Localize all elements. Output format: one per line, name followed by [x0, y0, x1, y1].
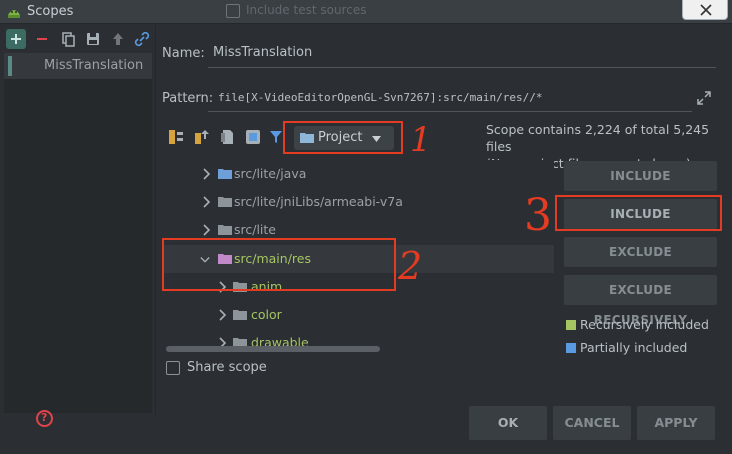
include-button[interactable]: INCLUDE: [564, 161, 717, 191]
show-modules-button[interactable]: [243, 127, 263, 147]
annotation-box-3: [555, 195, 722, 231]
link-button[interactable]: [132, 29, 152, 49]
tree-node[interactable]: src/lite/java: [164, 160, 554, 188]
close-icon: [700, 4, 712, 16]
link-icon: [134, 31, 150, 47]
tree-node[interactable]: color: [164, 301, 554, 329]
file-icon: [221, 130, 233, 144]
partially-included-swatch: [566, 343, 576, 353]
tree-node-label: src/lite: [234, 222, 276, 237]
tree-node-label: src/lite/jniLibs/armeabi-v7a: [234, 194, 403, 209]
pattern-value: file[X-VideoEditorOpenGL-Svn7267]:src/ma…: [218, 91, 543, 104]
exclude-recursively-button[interactable]: EXCLUDE RECURSIVELY: [564, 275, 717, 327]
add-icon: [11, 34, 21, 44]
move-up-icon: [113, 33, 123, 45]
exclude-button[interactable]: EXCLUDE: [564, 237, 717, 267]
chevron-right-icon: [203, 224, 211, 236]
annotation-mark-3: 3: [524, 190, 552, 241]
flatten-packages-button[interactable]: [166, 127, 186, 147]
add-scope-button[interactable]: [6, 29, 26, 49]
name-value: MissTranslation: [213, 45, 313, 60]
folder-icon: [218, 197, 232, 207]
background-checkbox: [226, 4, 240, 18]
scopes-toolbar: [0, 25, 156, 53]
scopes-panel: MissTranslation: [0, 25, 156, 415]
show-files-button[interactable]: [218, 127, 238, 147]
title-bar: Scopes Include test sources: [0, 0, 732, 24]
copy-icon: [62, 32, 75, 47]
annotation-box-2: [162, 238, 396, 291]
module-icon: [246, 130, 260, 144]
android-studio-icon: [8, 10, 20, 18]
annotation-mark-1: 1: [410, 120, 432, 160]
scope-list: MissTranslation: [4, 53, 152, 413]
tree-node-label: color: [251, 307, 282, 322]
scope-info-line1: Scope contains 2,224 of total 5,245 file…: [486, 122, 710, 154]
share-scope-label: Share scope: [187, 360, 267, 375]
apply-button[interactable]: APPLY: [637, 406, 715, 440]
remove-icon: [37, 38, 47, 40]
help-button[interactable]: ?: [36, 410, 53, 427]
window-title: Scopes: [27, 4, 74, 19]
scope-item-label: MissTranslation: [44, 58, 144, 73]
save-scope-button[interactable]: [83, 29, 103, 49]
pattern-field[interactable]: file[X-VideoEditorOpenGL-Svn7267]:src/ma…: [208, 86, 692, 112]
horizontal-scrollbar[interactable]: [166, 346, 380, 352]
legend-recursively-included: Recursively included: [580, 317, 709, 332]
move-up-button[interactable]: [108, 29, 128, 49]
folder-icon: [218, 225, 232, 235]
background-window-text: Include test sources: [246, 3, 367, 17]
share-scope-checkbox[interactable]: [166, 361, 180, 375]
scope-item[interactable]: MissTranslation: [4, 53, 152, 79]
chevron-right-icon: [203, 196, 211, 208]
copy-scope-button[interactable]: [58, 29, 78, 49]
flatten-packages-icon: [169, 130, 183, 144]
help-icon: ?: [41, 411, 48, 424]
recursively-included-swatch: [566, 320, 576, 330]
tree-node-label: src/lite/java: [234, 166, 307, 181]
folder-icon: [218, 169, 232, 179]
remove-scope-button[interactable]: [32, 29, 52, 49]
annotation-mark-2: 2: [398, 244, 423, 288]
cancel-button[interactable]: CANCEL: [553, 406, 631, 440]
compact-directories-icon: [195, 130, 209, 144]
close-button[interactable]: [682, 0, 728, 20]
chevron-right-icon: [219, 309, 227, 321]
pattern-label: Pattern:: [162, 91, 214, 106]
legend-partially-included: Partially included: [580, 340, 688, 355]
save-icon: [87, 33, 99, 45]
expand-icon[interactable]: [696, 90, 712, 106]
name-field[interactable]: MissTranslation: [208, 40, 716, 68]
compact-directories-button[interactable]: [192, 127, 212, 147]
folder-icon: [233, 310, 247, 320]
tree-node[interactable]: src/lite/jniLibs/armeabi-v7a: [164, 188, 554, 216]
name-label: Name:: [162, 46, 205, 61]
selection-marker: [8, 56, 12, 76]
ok-button[interactable]: OK: [469, 406, 547, 440]
annotation-box-1: [283, 121, 403, 154]
chevron-right-icon: [203, 168, 211, 180]
